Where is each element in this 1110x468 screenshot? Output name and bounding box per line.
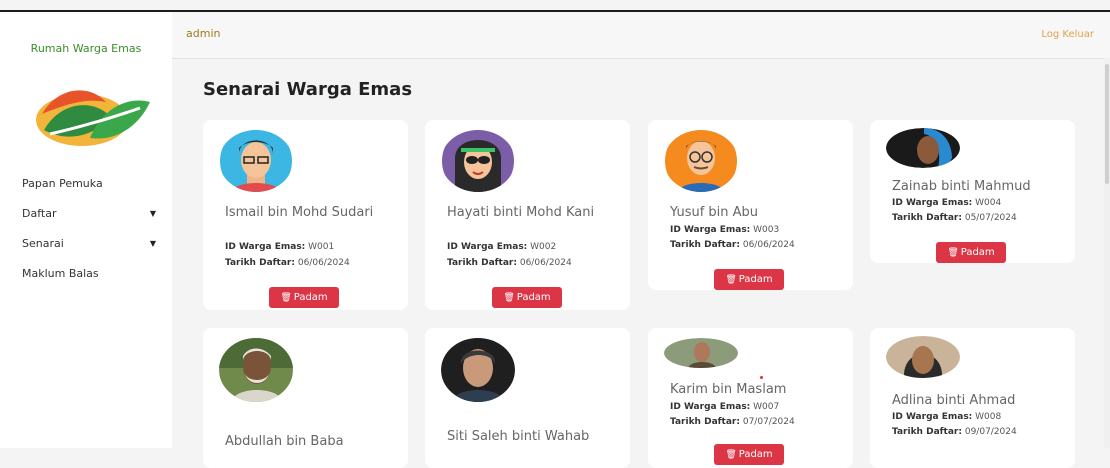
caret-down-icon: ▼ [149, 239, 156, 248]
delete-button[interactable]: 🗑 Padam [492, 287, 562, 308]
resident-avatar [441, 338, 515, 402]
resident-avatar [886, 336, 960, 378]
date-value: 06/06/2024 [519, 258, 572, 268]
resident-avatar [220, 130, 292, 192]
id-label: ID Warga Emas: [892, 198, 973, 208]
id-value: W003 [753, 225, 780, 235]
date-label: Tarikh Daftar: [447, 258, 517, 268]
id-label: ID Warga Emas: [447, 242, 528, 252]
resident-card: Abdullah bin Baba [203, 328, 408, 468]
resident-date: Tarikh Daftar: 07/07/2024 [670, 414, 795, 430]
delete-label: Padam [960, 247, 995, 258]
resident-card: Zainab binti Mahmud ID Warga Emas: W004 … [870, 120, 1075, 263]
id-label: ID Warga Emas: [225, 242, 306, 252]
trash-icon: 🗑 [725, 275, 737, 285]
resident-id: ID Warga Emas: W001 [225, 239, 334, 255]
id-value: W004 [975, 198, 1002, 208]
date-value: 09/07/2024 [964, 427, 1017, 437]
resident-name: Zainab binti Mahmud [892, 179, 1031, 194]
resident-name: Karim bin Maslam [670, 382, 787, 397]
id-value: W001 [308, 242, 335, 252]
delete-button[interactable]: 🗑 Padam [269, 287, 339, 308]
scrollbar-thumb[interactable] [1105, 64, 1109, 184]
resident-name: Adlina binti Ahmad [892, 393, 1016, 408]
resident-id: ID Warga Emas: W007 [670, 399, 779, 415]
id-label: ID Warga Emas: [670, 225, 751, 235]
trash-icon: 🗑 [725, 450, 737, 460]
trash-icon: 🗑 [947, 248, 959, 258]
resident-avatar [442, 130, 514, 192]
resident-card: Karim bin Maslam ID Warga Emas: W007 Tar… [648, 328, 853, 468]
delete-label: Padam [738, 274, 773, 285]
resident-card: Siti Saleh binti Wahab [425, 328, 630, 468]
sidebar-item-label: Daftar [22, 207, 57, 220]
current-user: admin [186, 27, 221, 40]
date-label: Tarikh Daftar: [892, 213, 962, 223]
date-value: 07/07/2024 [742, 417, 795, 427]
delete-button[interactable]: 🗑 Padam [714, 269, 784, 290]
resident-card: Yusuf bin Abu ID Warga Emas: W003 Tarikh… [648, 120, 853, 290]
id-label: ID Warga Emas: [670, 402, 751, 412]
top-bar: admin Log Keluar [172, 12, 1110, 59]
date-label: Tarikh Daftar: [670, 417, 740, 427]
sidebar-item-daftar[interactable]: Daftar ▼ [22, 199, 162, 229]
id-value: W002 [530, 242, 557, 252]
delete-button[interactable]: 🗑 Padam [714, 444, 784, 465]
trash-icon: 🗑 [280, 293, 292, 303]
id-value: W007 [753, 402, 780, 412]
resident-id: ID Warga Emas: W003 [670, 222, 779, 238]
sidebar-item-maklum-balas[interactable]: Maklum Balas [22, 259, 162, 289]
date-label: Tarikh Daftar: [670, 240, 740, 250]
resident-date: Tarikh Daftar: 09/07/2024 [892, 424, 1017, 440]
sidebar-nav: Papan Pemuka Daftar ▼ Senarai ▼ Maklum B… [22, 169, 162, 289]
date-label: Tarikh Daftar: [225, 258, 295, 268]
resident-card: Ismail bin Mohd Sudari ID Warga Emas: W0… [203, 120, 408, 310]
resident-date: Tarikh Daftar: 06/06/2024 [225, 255, 350, 271]
caret-down-icon: ▼ [149, 209, 156, 218]
resident-name: Hayati binti Mohd Kani [447, 205, 595, 220]
resident-date: Tarikh Daftar: 06/06/2024 [670, 237, 795, 253]
page-title: Senarai Warga Emas [203, 79, 413, 100]
delete-label: Padam [293, 292, 328, 303]
brand-name: Rumah Warga Emas [30, 42, 142, 55]
resident-name: Siti Saleh binti Wahab [447, 429, 590, 444]
sidebar-item-papan-pemuka[interactable]: Papan Pemuka [22, 169, 162, 199]
delete-button[interactable]: 🗑 Padam [936, 242, 1006, 263]
id-label: ID Warga Emas: [892, 412, 973, 422]
decorative-dot [760, 376, 763, 379]
resident-card: Adlina binti Ahmad ID Warga Emas: W008 T… [870, 328, 1075, 468]
delete-label: Padam [738, 449, 773, 460]
resident-date: Tarikh Daftar: 05/07/2024 [892, 210, 1017, 226]
date-value: 06/06/2024 [297, 258, 350, 268]
date-value: 05/07/2024 [964, 213, 1017, 223]
brand-logo [36, 90, 150, 146]
sidebar-item-label: Senarai [22, 237, 64, 250]
delete-label: Padam [516, 292, 551, 303]
resident-date: Tarikh Daftar: 06/06/2024 [447, 255, 572, 271]
id-value: W008 [975, 412, 1002, 422]
sidebar-item-label: Maklum Balas [22, 267, 99, 280]
resident-name: Yusuf bin Abu [670, 205, 759, 220]
logout-link[interactable]: Log Keluar [1041, 29, 1094, 40]
date-label: Tarikh Daftar: [892, 427, 962, 437]
resident-avatar [886, 128, 960, 168]
resident-avatar [665, 130, 737, 192]
resident-card: Hayati binti Mohd Kani ID Warga Emas: W0… [425, 120, 630, 310]
trash-icon: 🗑 [503, 293, 515, 303]
resident-id: ID Warga Emas: W002 [447, 239, 556, 255]
sidebar-item-senarai[interactable]: Senarai ▼ [22, 229, 162, 259]
resident-id: ID Warga Emas: W008 [892, 409, 1001, 425]
resident-avatar [219, 338, 293, 402]
resident-name: Ismail bin Mohd Sudari [225, 205, 374, 220]
resident-avatar [664, 338, 738, 368]
resident-name: Abdullah bin Baba [225, 434, 344, 449]
date-value: 06/06/2024 [742, 240, 795, 250]
sidebar: Rumah Warga Emas Papan Pemuka Daftar ▼ S… [0, 12, 172, 448]
sidebar-item-label: Papan Pemuka [22, 177, 103, 190]
resident-id: ID Warga Emas: W004 [892, 195, 1001, 211]
